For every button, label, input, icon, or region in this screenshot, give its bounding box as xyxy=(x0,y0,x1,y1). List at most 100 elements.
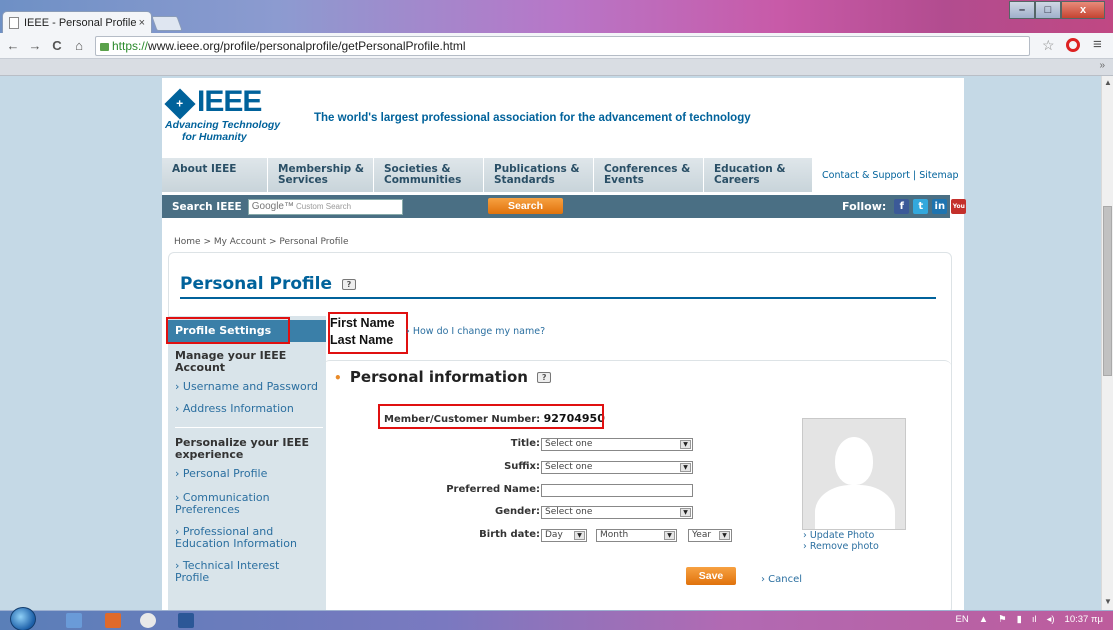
forward-icon[interactable]: → xyxy=(26,38,44,53)
facebook-icon[interactable]: f xyxy=(894,199,910,214)
nav-education-label-2: Careers xyxy=(714,174,760,186)
birth-month-select[interactable]: Month ▼ xyxy=(596,529,677,542)
change-name-link[interactable]: › How do I change my name? xyxy=(406,326,545,337)
ieee-logo[interactable]: + IEEE Advancing Technology for Humanity xyxy=(164,85,285,143)
language-indicator[interactable]: EN xyxy=(955,614,968,625)
gender-select[interactable]: Select one ▼ xyxy=(541,506,693,519)
menu-icon[interactable]: ≡ xyxy=(1093,36,1102,53)
search-label: Search IEEE xyxy=(172,200,242,213)
nav-publications-label-2: Standards xyxy=(494,174,555,186)
logo-word: IEEE xyxy=(197,85,262,118)
avatar-head-shape xyxy=(835,437,873,485)
youtube-icon[interactable]: You xyxy=(951,199,967,214)
birth-year-select[interactable]: Year ▼ xyxy=(688,529,732,542)
chrome-icon[interactable] xyxy=(140,613,156,628)
flag-icon[interactable]: ⚑ xyxy=(998,614,1007,625)
chevron-down-icon: ▼ xyxy=(680,463,691,472)
gender-label: Gender: xyxy=(495,506,540,517)
follow-links: Follow: f t in You xyxy=(842,199,967,214)
birth-day-select[interactable]: Day ▼ xyxy=(541,529,587,542)
remove-photo-link[interactable]: › Remove photo xyxy=(803,541,879,552)
system-tray: EN ▲ ⚑ ▮ ıl ◂) 10:37 πμ xyxy=(955,614,1103,625)
nav-membership-label-2: Services xyxy=(278,174,328,186)
suffix-select-value: Select one xyxy=(545,462,593,472)
nav-publications[interactable]: Publications & Standards xyxy=(484,158,594,192)
new-tab-button[interactable] xyxy=(151,16,183,31)
help-icon[interactable]: ? xyxy=(341,278,356,290)
title-divider xyxy=(180,297,936,299)
nav-education[interactable]: Education & Careers xyxy=(704,158,812,192)
save-button[interactable]: Save xyxy=(686,567,736,585)
suffix-select[interactable]: Select one ▼ xyxy=(541,461,693,474)
close-window-button[interactable]: x xyxy=(1061,1,1105,19)
home-icon[interactable]: ⌂ xyxy=(70,38,88,53)
cancel-link[interactable]: › Cancel xyxy=(761,574,802,585)
linkedin-icon[interactable]: in xyxy=(932,199,948,214)
tray-arrow-icon[interactable]: ▲ xyxy=(979,614,988,625)
page-icon xyxy=(9,16,19,29)
bookmark-bar: » xyxy=(0,59,1113,76)
media-player-icon[interactable] xyxy=(105,613,121,628)
window-controls: – □ x xyxy=(1009,1,1105,19)
page-title-text: Personal Profile xyxy=(180,274,332,294)
sidebar-item-communication-preferences[interactable]: › Communication Preferences xyxy=(175,492,295,516)
window-titlebar: IEEE - Personal Profile × – □ x xyxy=(0,0,1113,33)
sidebar-divider xyxy=(175,427,323,428)
title-select[interactable]: Select one ▼ xyxy=(541,438,693,451)
browser-tab[interactable]: IEEE - Personal Profile × xyxy=(2,11,152,33)
twitter-icon[interactable]: t xyxy=(913,199,929,214)
preferred-name-input[interactable] xyxy=(541,484,693,497)
sidebar-item-personal-profile[interactable]: › Personal Profile xyxy=(175,468,323,480)
address-bar[interactable]: https:// www.ieee.org/profile/personalpr… xyxy=(95,36,1030,56)
scroll-thumb[interactable] xyxy=(1103,206,1112,376)
update-photo-link[interactable]: › Update Photo xyxy=(803,530,874,541)
contact-sitemap-link[interactable]: Contact & Support | Sitemap xyxy=(812,158,959,192)
nav-conferences-label-2: Events xyxy=(604,174,644,186)
explorer-icon[interactable] xyxy=(66,613,82,628)
tab-close-icon[interactable]: × xyxy=(139,17,145,29)
nav-about[interactable]: About IEEE xyxy=(162,158,268,192)
bookmarks-overflow-icon[interactable]: » xyxy=(1099,60,1105,71)
search-button[interactable]: Search xyxy=(488,198,563,214)
nav-membership[interactable]: Membership & Services xyxy=(268,158,374,192)
browser-toolbar: ← → C ⌂ https:// www.ieee.org/profile/pe… xyxy=(0,33,1113,59)
search-input[interactable]: Google™ Custom Search xyxy=(247,198,403,215)
profile-sidebar: Profile Settings Manage your IEEE Accoun… xyxy=(168,316,326,612)
scroll-up-icon[interactable]: ▲ xyxy=(1104,78,1112,87)
help-icon[interactable]: ? xyxy=(537,372,552,383)
ieee-diamond-icon: + xyxy=(164,87,196,120)
sidebar-item-technical-interest[interactable]: › Technical Interest Profile xyxy=(175,560,295,584)
clock[interactable]: 10:37 πμ xyxy=(1065,614,1103,625)
scroll-down-icon[interactable]: ▼ xyxy=(1104,597,1112,606)
word-icon[interactable] xyxy=(178,613,194,628)
birth-day-value: Day xyxy=(545,530,563,540)
breadcrumb[interactable]: Home > My Account > Personal Profile xyxy=(174,237,349,247)
page-scrollbar[interactable]: ▲ ▼ xyxy=(1101,76,1113,610)
network-icon[interactable]: ▮ xyxy=(1017,614,1022,625)
lock-icon xyxy=(100,43,109,51)
birth-date-label: Birth date: xyxy=(479,529,540,540)
bookmark-star-icon[interactable]: ☆ xyxy=(1042,37,1055,54)
nav-societies[interactable]: Societies & Communities xyxy=(374,158,484,192)
sidebar-item-username-password[interactable]: › Username and Password xyxy=(175,381,323,393)
sidebar-item-address-information[interactable]: › Address Information xyxy=(175,403,323,415)
back-icon[interactable]: ← xyxy=(4,38,22,53)
nav-conferences[interactable]: Conferences & Events xyxy=(594,158,704,192)
signal-icon[interactable]: ıl xyxy=(1032,614,1037,625)
sidebar-item-professional-education[interactable]: › Professional and Education Information xyxy=(175,526,315,550)
nav-about-label: About IEEE xyxy=(172,163,237,175)
main-navigation: About IEEE Membership & Services Societi… xyxy=(162,158,812,192)
search-placeholder: Custom Search xyxy=(295,202,352,211)
preferred-name-label: Preferred Name: xyxy=(446,484,540,495)
chevron-down-icon: ▼ xyxy=(680,440,691,449)
extension-icon[interactable] xyxy=(1066,38,1080,52)
start-button[interactable] xyxy=(10,607,36,630)
highlight-name xyxy=(328,312,408,354)
maximize-button[interactable]: □ xyxy=(1035,1,1061,19)
volume-icon[interactable]: ◂) xyxy=(1047,614,1055,625)
reload-icon[interactable]: C xyxy=(48,38,66,53)
minimize-button[interactable]: – xyxy=(1009,1,1035,19)
windows-taskbar: EN ▲ ⚑ ▮ ıl ◂) 10:37 πμ xyxy=(0,607,1113,630)
page-background: + IEEE Advancing Technology for Humanity… xyxy=(0,76,1101,614)
chevron-down-icon: ▼ xyxy=(664,531,675,540)
